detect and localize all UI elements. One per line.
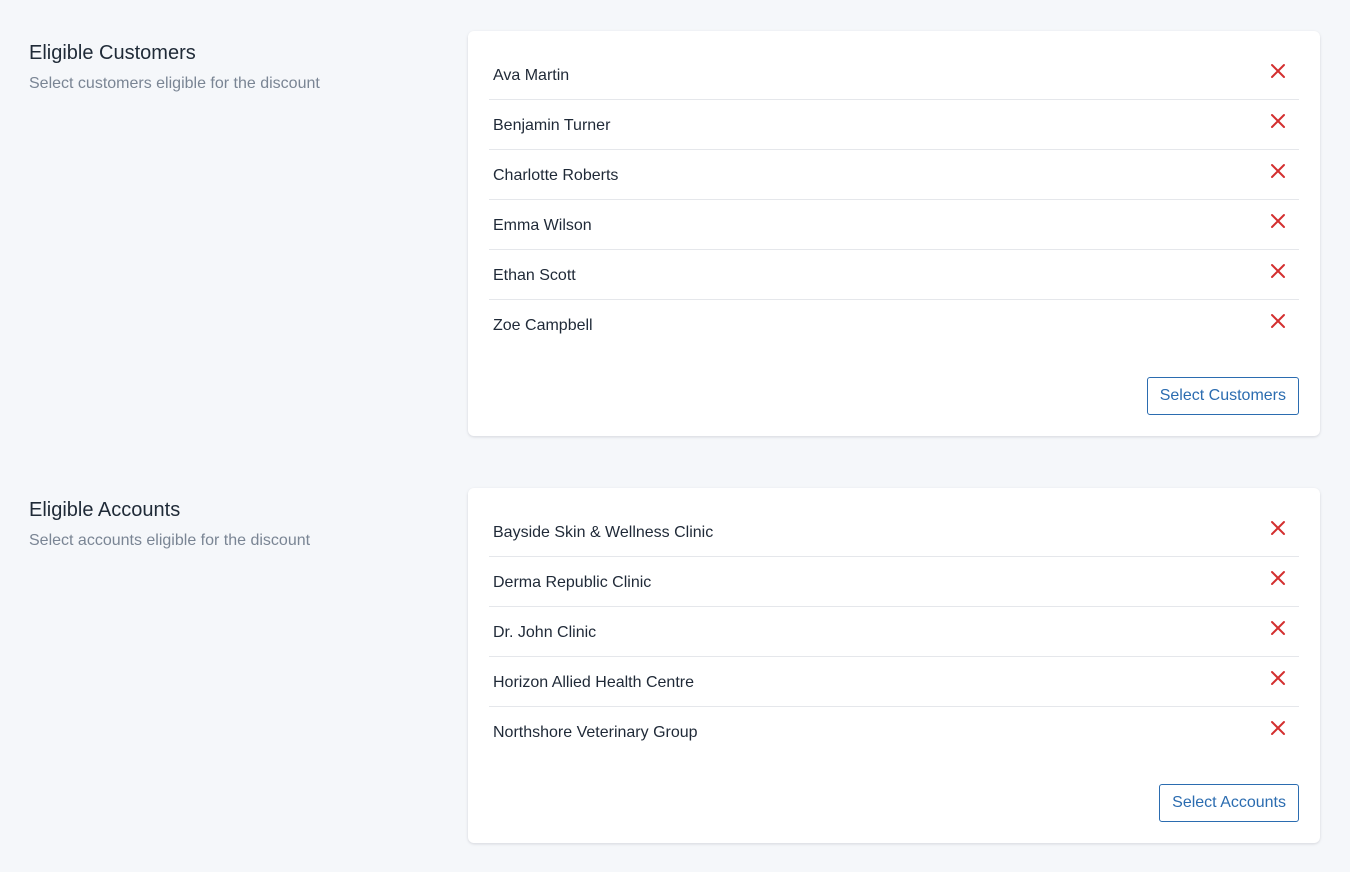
accounts-card: Bayside Skin & Wellness Clinic Derma Rep…	[468, 488, 1320, 843]
customer-row: Ethan Scott	[489, 250, 1299, 300]
close-icon	[1271, 521, 1285, 535]
accounts-list: Bayside Skin & Wellness Clinic Derma Rep…	[489, 507, 1299, 757]
account-row: Horizon Allied Health Centre	[489, 657, 1299, 707]
account-row: Dr. John Clinic	[489, 607, 1299, 657]
account-row: Derma Republic Clinic	[489, 557, 1299, 607]
customer-name: Ethan Scott	[493, 267, 576, 284]
customer-name: Charlotte Roberts	[493, 167, 619, 184]
customer-name: Zoe Campbell	[493, 317, 593, 334]
remove-customer-button[interactable]	[1269, 312, 1287, 330]
account-row: Northshore Veterinary Group	[489, 707, 1299, 757]
customer-name: Ava Martin	[493, 67, 570, 84]
close-icon	[1271, 164, 1285, 178]
close-icon	[1271, 64, 1285, 78]
customer-row: Ava Martin	[489, 50, 1299, 100]
select-accounts-button[interactable]: Select Accounts	[1159, 784, 1299, 822]
customers-card: Ava Martin Benjamin Turner Charlotte Rob…	[468, 31, 1320, 436]
close-icon	[1271, 264, 1285, 278]
close-icon	[1271, 114, 1285, 128]
account-row: Bayside Skin & Wellness Clinic	[489, 507, 1299, 557]
remove-account-button[interactable]	[1269, 519, 1287, 537]
remove-customer-button[interactable]	[1269, 262, 1287, 280]
customer-name: Emma Wilson	[493, 217, 592, 234]
close-icon	[1271, 571, 1285, 585]
section-title: Eligible Accounts	[29, 499, 181, 521]
section-header: Eligible Accounts Select accounts eligib…	[29, 497, 429, 552]
discount-eligibility-page: Eligible Customers Select customers elig…	[0, 0, 1350, 872]
close-icon	[1271, 621, 1285, 635]
select-customers-button[interactable]: Select Customers	[1146, 377, 1299, 415]
customers-list: Ava Martin Benjamin Turner Charlotte Rob…	[489, 50, 1299, 350]
account-name: Derma Republic Clinic	[493, 574, 652, 591]
customer-row: Charlotte Roberts	[489, 150, 1299, 200]
remove-account-button[interactable]	[1269, 569, 1287, 587]
section-header: Eligible Customers Select customers elig…	[29, 40, 429, 95]
remove-customer-button[interactable]	[1269, 112, 1287, 130]
customer-row: Benjamin Turner	[489, 100, 1299, 150]
account-name: Northshore Veterinary Group	[493, 724, 698, 741]
close-icon	[1271, 671, 1285, 685]
remove-account-button[interactable]	[1269, 669, 1287, 687]
remove-account-button[interactable]	[1269, 619, 1287, 637]
close-icon	[1271, 314, 1285, 328]
remove-customer-button[interactable]	[1269, 162, 1287, 180]
account-name: Bayside Skin & Wellness Clinic	[493, 524, 714, 541]
close-icon	[1271, 721, 1285, 735]
account-name: Horizon Allied Health Centre	[493, 674, 694, 691]
customer-name: Benjamin Turner	[493, 117, 611, 134]
close-icon	[1271, 214, 1285, 228]
remove-customer-button[interactable]	[1269, 212, 1287, 230]
account-name: Dr. John Clinic	[493, 624, 597, 641]
customer-row: Emma Wilson	[489, 200, 1299, 250]
remove-account-button[interactable]	[1269, 719, 1287, 737]
remove-customer-button[interactable]	[1269, 62, 1287, 80]
section-description: Select accounts eligible for the discoun…	[29, 532, 311, 549]
section-title: Eligible Customers	[29, 42, 196, 64]
section-description: Select customers eligible for the discou…	[29, 75, 320, 92]
customer-row: Zoe Campbell	[489, 300, 1299, 350]
